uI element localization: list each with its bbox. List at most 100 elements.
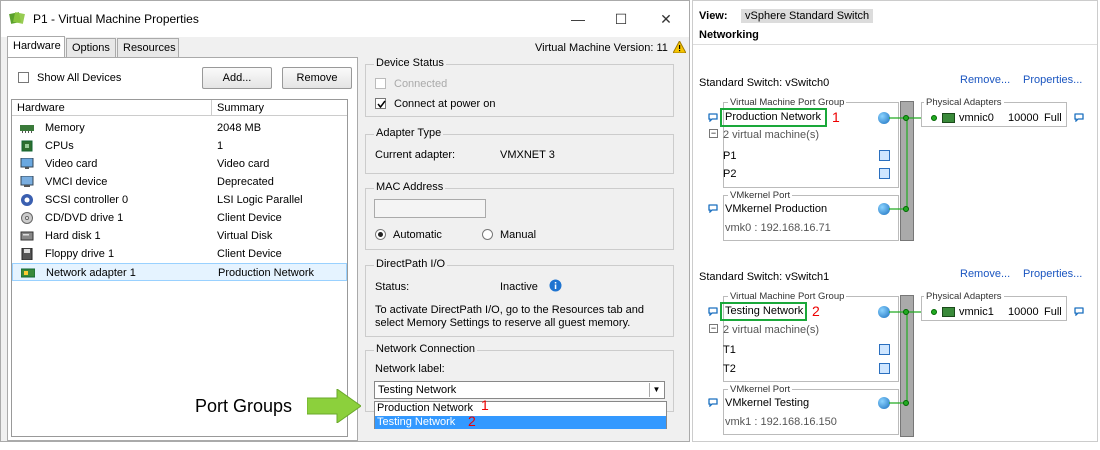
vswitch1-section: Standard Switch: vSwitch1 Remove... Prop… [693,264,1097,442]
row-name: CD/DVD drive 1 [45,212,124,224]
show-all-devices-label: Show All Devices [37,72,122,84]
vm-item[interactable]: T1 [723,344,736,356]
mac-address-field[interactable] [374,199,486,218]
vmk-name[interactable]: VMkernel Production [725,203,827,215]
disk-icon [20,231,34,241]
view-selector[interactable]: vSphere Standard Switch [741,9,873,23]
port-group-name[interactable]: Production Network [725,111,821,123]
nic-name[interactable]: vmnic0 [959,112,994,124]
close-button[interactable]: ✕ [654,7,678,31]
cd-icon [21,212,33,224]
col-hardware[interactable]: Hardware [17,102,65,114]
directpath-group: DirectPath I/O Status: Inactive To activ… [365,258,674,337]
vswitch0-section: Standard Switch: vSwitch0 Remove... Prop… [693,71,1097,246]
hardware-table: Hardware Summary Memory 2048 MB CPUs 1 V… [11,99,348,437]
collapse-icon[interactable]: − [709,324,718,333]
network-label-caption: Network label: [375,363,445,375]
row-name: VMCI device [45,176,108,188]
manual-radio[interactable] [482,229,493,240]
vm-item[interactable]: P2 [723,168,736,180]
comment-icon[interactable] [708,398,718,407]
vmk-name[interactable]: VMkernel Testing [725,397,809,409]
remove-link[interactable]: Remove... [960,268,1010,280]
row-name: CPUs [45,140,74,152]
row-summary: Client Device [217,248,282,260]
properties-link[interactable]: Properties... [1023,74,1082,86]
info-icon[interactable] [549,279,562,292]
network-dropdown-list: Production Network Testing Network [374,401,667,429]
table-row[interactable]: Network adapter 1 Production Network [12,263,347,281]
vm-item[interactable]: P1 [723,150,736,162]
maximize-button[interactable]: ☐ [609,7,633,31]
comment-icon[interactable] [1074,113,1084,122]
port-groups-annotation: Port Groups [195,396,293,416]
directpath-note-line1: To activate DirectPath I/O, go to the Re… [375,304,645,316]
floppy-icon [21,248,33,260]
comment-icon[interactable] [1074,307,1084,316]
port-dot [903,309,909,315]
connected-checkbox[interactable] [375,78,386,89]
networking-title: Networking [699,29,759,41]
group-title: DirectPath I/O [374,258,448,270]
group-title: Network Connection [374,343,478,355]
automatic-label: Automatic [393,229,442,241]
table-row[interactable]: CPUs 1 [12,137,347,155]
row-summary: Client Device [217,212,282,224]
network-label-select[interactable]: Testing Network ▼ [374,381,665,399]
vm-count: 2 virtual machine(s) [723,129,819,141]
vmk-ip: vmk0 : 192.168.16.71 [725,222,831,234]
table-row[interactable]: Video card Video card [12,155,347,173]
tab-options[interactable]: Options [66,38,116,58]
remove-link[interactable]: Remove... [960,74,1010,86]
dropdown-option-testing[interactable]: Testing Network [375,416,666,429]
view-label: View: [699,10,728,22]
view-bar: View: vSphere Standard Switch Networking [693,1,1097,45]
port-dot [903,400,909,406]
nic-name[interactable]: vmnic1 [959,306,994,318]
vm-item[interactable]: T2 [723,363,736,375]
properties-link[interactable]: Properties... [1023,268,1082,280]
directpath-note-line2: select Memory Settings to reserve all gu… [375,317,631,329]
connect-power-on-checkbox[interactable] [375,98,386,109]
automatic-radio[interactable] [375,229,386,240]
monitor-icon [20,158,34,169]
vsphere-app-icon [9,12,25,24]
table-row[interactable]: SCSI controller 0 LSI Logic Parallel [12,191,347,209]
vmk-ip: vmk1 : 192.168.16.150 [725,416,837,428]
mac-address-group: MAC Address Automatic Manual [365,181,674,250]
port-group-name[interactable]: Testing Network [725,305,803,317]
row-summary: LSI Logic Parallel [217,194,303,206]
nic-icon [942,113,955,123]
switch-connection-lines [889,117,929,210]
col-summary[interactable]: Summary [217,102,264,114]
pa-title: Physical Adapters [924,97,1004,108]
table-row[interactable]: CD/DVD drive 1 Client Device [12,209,347,227]
minimize-button[interactable]: — [566,7,590,31]
tab-resources[interactable]: Resources [117,38,179,58]
chevron-down-icon[interactable]: ▼ [649,383,663,397]
table-row[interactable]: Hard disk 1 Virtual Disk [12,227,347,245]
title-bar: P1 - Virtual Machine Properties — ☐ ✕ [1,1,689,37]
table-row[interactable]: Memory 2048 MB [12,119,347,137]
vmk-title: VMkernel Port [728,190,793,201]
row-name: Hard disk 1 [45,230,101,242]
comment-icon[interactable] [708,307,718,316]
adapter-type-group: Adapter Type Current adapter: VMXNET 3 [365,127,674,174]
show-all-devices-checkbox[interactable] [18,72,29,83]
comment-icon[interactable] [708,204,718,213]
connect-power-on-label: Connect at power on [394,98,496,110]
port-dot [903,115,909,121]
remove-button[interactable]: Remove [282,67,352,89]
table-row[interactable]: Floppy drive 1 Client Device [12,245,347,263]
status-label: Status: [375,281,410,293]
row-summary: Video card [217,158,270,170]
collapse-icon[interactable]: − [709,129,718,138]
tab-hardware[interactable]: Hardware [7,36,65,58]
port-dot [931,309,937,315]
comment-icon[interactable] [708,113,718,122]
table-row[interactable]: VMCI device Deprecated [12,173,347,191]
port-dot [903,206,909,212]
add-button[interactable]: Add... [202,67,272,89]
dropdown-option-production[interactable]: Production Network [375,402,666,415]
network-adapter-icon [21,268,35,278]
